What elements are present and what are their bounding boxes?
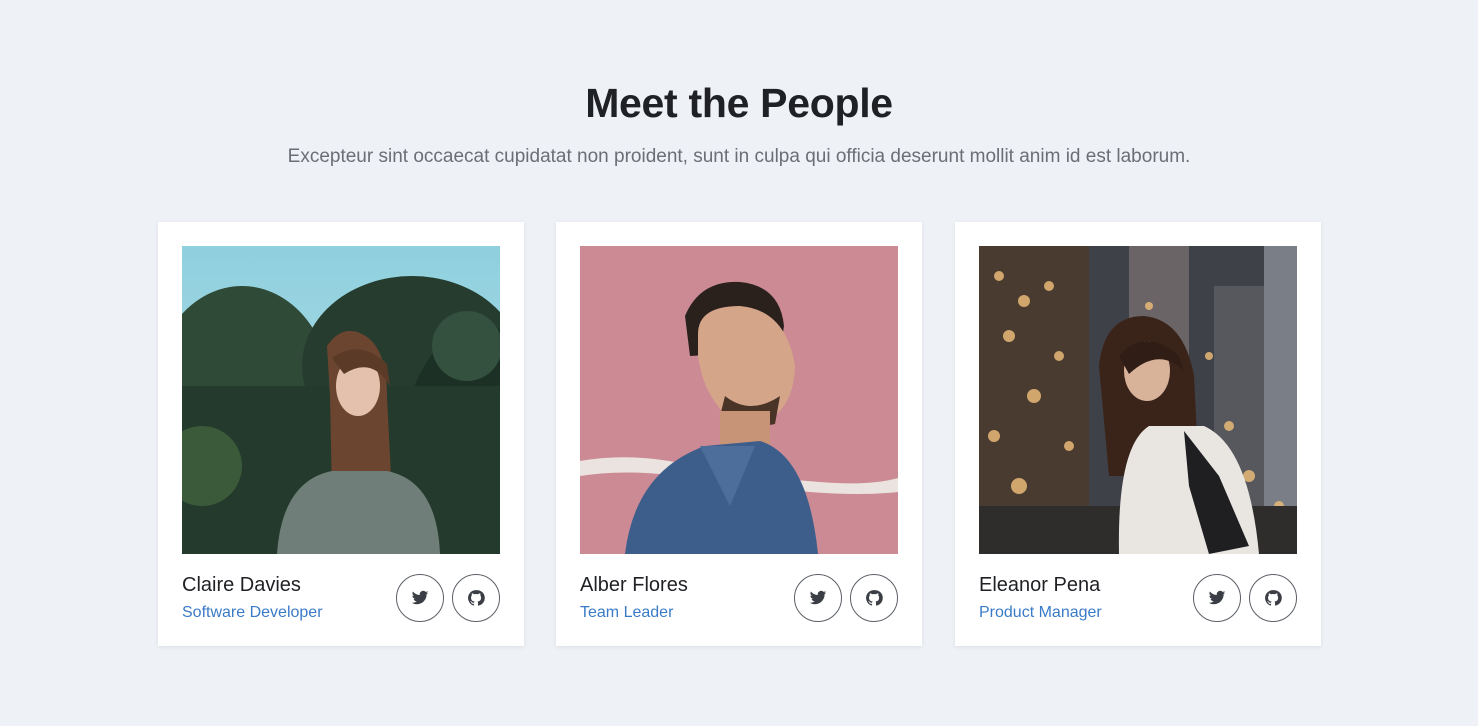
github-icon xyxy=(866,590,883,606)
twitter-button[interactable] xyxy=(1193,574,1241,622)
person-name: Claire Davies xyxy=(182,574,301,596)
person-role: Software Developer xyxy=(182,604,323,621)
github-icon xyxy=(468,590,485,606)
twitter-icon xyxy=(1208,590,1226,605)
twitter-button[interactable] xyxy=(396,574,444,622)
twitter-icon xyxy=(411,590,429,605)
github-button[interactable] xyxy=(1249,574,1297,622)
person-photo xyxy=(979,246,1297,554)
person-photo xyxy=(182,246,500,554)
person-card: Alber Flores Team Leader xyxy=(556,222,922,646)
team-cards: Claire Davies Software Developer Alber F… xyxy=(158,222,1322,646)
twitter-icon xyxy=(809,590,827,605)
github-button[interactable] xyxy=(850,574,898,622)
section-title: Meet the People xyxy=(585,80,893,126)
team-section: Meet the People Excepteur sint occaecat … xyxy=(0,0,1478,726)
github-button[interactable] xyxy=(452,574,500,622)
section-subtitle: Excepteur sint occaecat cupidatat non pr… xyxy=(287,146,1191,167)
person-role: Product Manager xyxy=(979,604,1102,621)
person-card: Claire Davies Software Developer xyxy=(158,222,524,646)
person-name: Alber Flores xyxy=(580,574,688,596)
person-role: Team Leader xyxy=(580,604,674,621)
person-card: Eleanor Pena Product Manager xyxy=(955,222,1321,646)
person-photo xyxy=(580,246,898,554)
github-icon xyxy=(1265,590,1282,606)
twitter-button[interactable] xyxy=(794,574,842,622)
person-name: Eleanor Pena xyxy=(979,574,1101,596)
